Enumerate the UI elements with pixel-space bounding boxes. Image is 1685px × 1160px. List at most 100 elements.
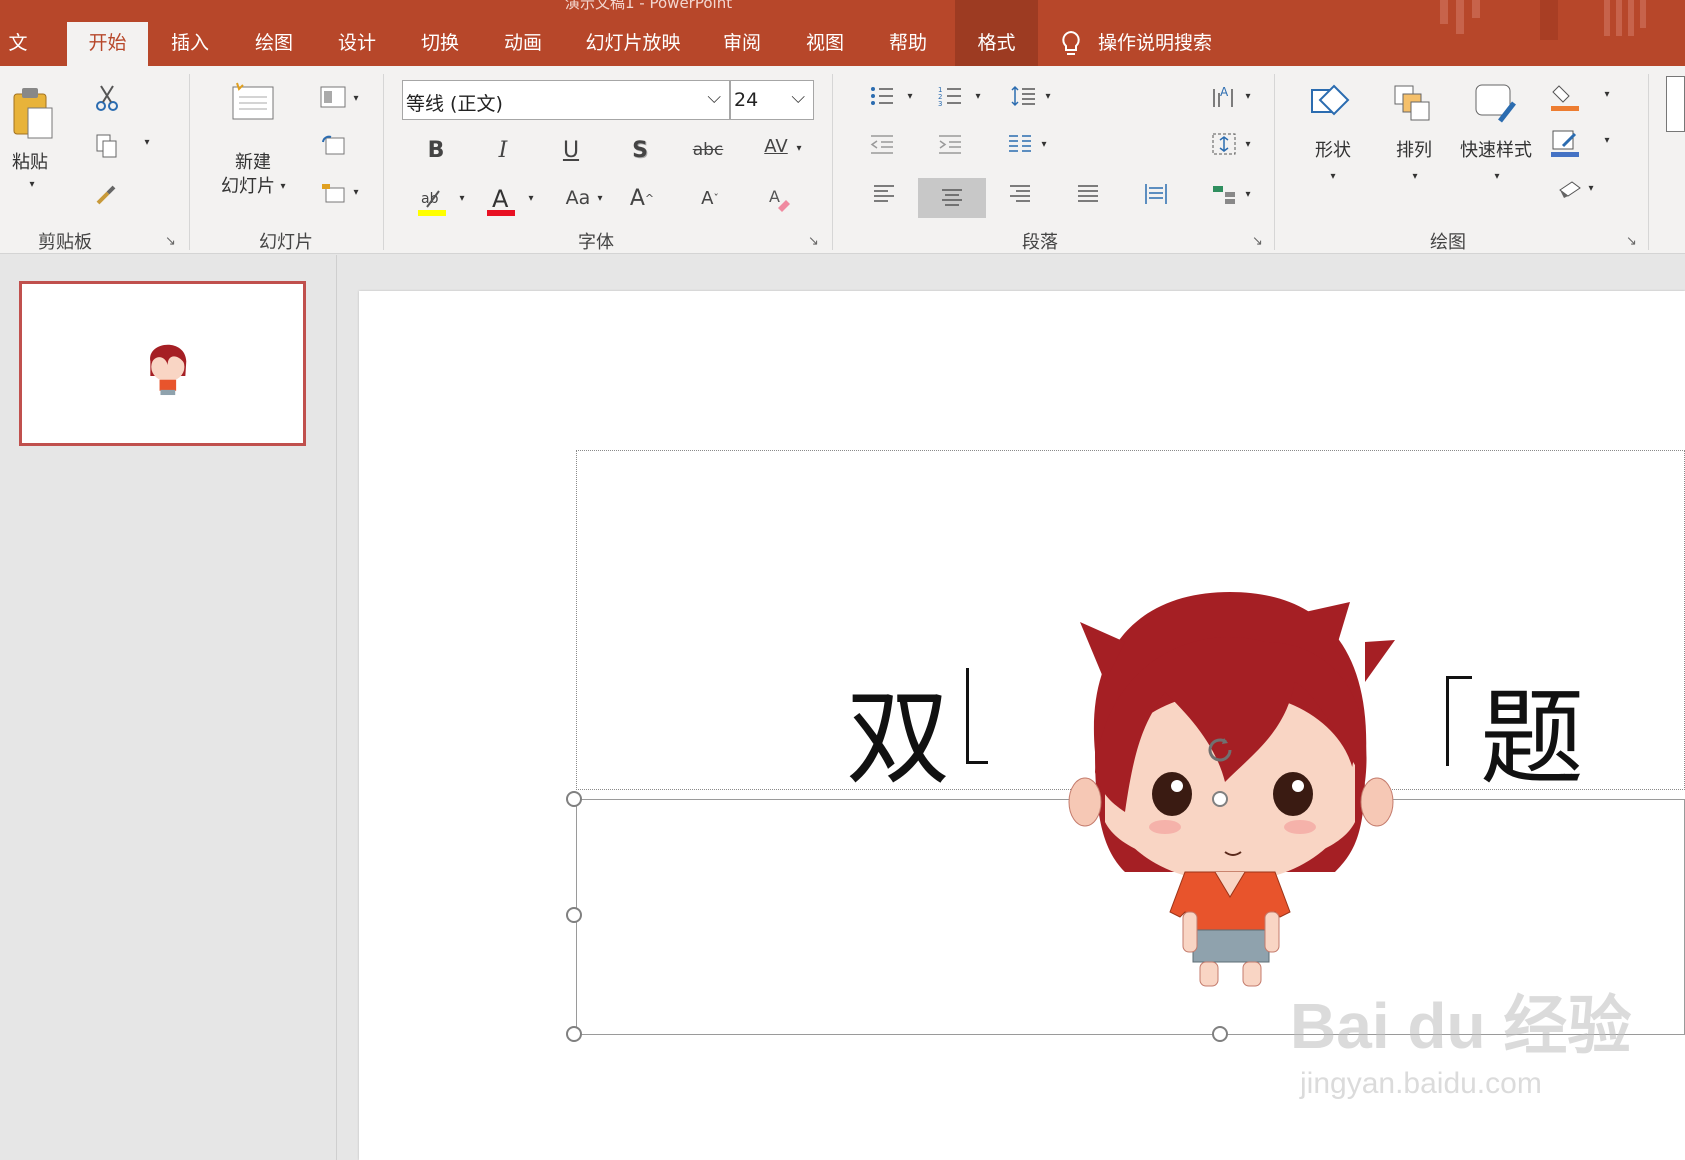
text-direction-dropdown-icon[interactable]: ▾ (1242, 86, 1254, 108)
shape-fill-icon[interactable] (1548, 80, 1582, 114)
new-slide-dropdown-icon[interactable]: ▾ (276, 176, 290, 198)
shrink-font-label: A (701, 187, 714, 209)
highlight-color-icon[interactable]: ab (416, 184, 448, 218)
shape-effects-dropdown-icon[interactable]: ▾ (1584, 178, 1598, 200)
numbering-dropdown-icon[interactable]: ▾ (972, 86, 984, 108)
new-slide-icon[interactable] (228, 80, 278, 126)
tab-insert[interactable]: 插入 (160, 22, 220, 66)
bullets-icon[interactable] (866, 80, 898, 112)
highlight-dropdown-icon[interactable]: ▾ (456, 188, 468, 210)
shadow-button[interactable]: S (618, 130, 662, 170)
arrange-button[interactable]: 排列 (1386, 140, 1442, 162)
shrink-font-button[interactable]: Aˇ (688, 178, 732, 218)
align-text-icon[interactable] (1208, 128, 1240, 160)
bullets-dropdown-icon[interactable]: ▾ (904, 86, 916, 108)
change-case-dropdown-icon[interactable]: ▾ (594, 188, 606, 210)
paste-button[interactable]: 粘贴 (4, 152, 56, 174)
shapes-dropdown-icon[interactable]: ▾ (1326, 166, 1340, 188)
font-launcher-icon[interactable]: ↘ (808, 234, 819, 249)
align-center-icon[interactable] (918, 178, 986, 218)
tab-animations[interactable]: 动画 (493, 22, 553, 66)
text-direction-icon[interactable]: A (1208, 80, 1240, 112)
copy-dropdown-icon[interactable]: ▾ (140, 132, 154, 154)
quick-styles-dropdown-icon[interactable]: ▾ (1490, 166, 1504, 188)
columns-icon[interactable] (1004, 128, 1036, 160)
layout-dropdown-icon[interactable]: ▾ (350, 88, 362, 110)
tab-format[interactable]: 格式 (955, 0, 1038, 66)
rotate-handle-icon[interactable] (1204, 734, 1236, 766)
shape-outline-icon[interactable] (1548, 126, 1582, 160)
tab-home[interactable]: 开始 (67, 22, 148, 66)
italic-button[interactable]: I (481, 130, 525, 170)
paragraph-launcher-icon[interactable]: ↘ (1252, 234, 1263, 249)
underline-button[interactable]: U (549, 130, 593, 170)
line-spacing-dropdown-icon[interactable]: ▾ (1042, 86, 1054, 108)
paste-icon[interactable] (8, 84, 58, 142)
tab-transitions[interactable]: 切换 (410, 22, 470, 66)
clear-formatting-icon[interactable]: A (760, 182, 800, 218)
bold-button[interactable]: B (414, 130, 458, 170)
columns-dropdown-icon[interactable]: ▾ (1038, 134, 1050, 156)
shapes-icon[interactable] (1306, 80, 1356, 128)
paste-dropdown-icon[interactable]: ▾ (22, 174, 42, 196)
slide-thumbnail-pane (0, 255, 337, 1160)
tab-draw[interactable]: 绘图 (244, 22, 304, 66)
format-painter-icon[interactable] (92, 178, 122, 210)
tab-view[interactable]: 视图 (795, 22, 855, 66)
layout-icon[interactable] (318, 82, 348, 112)
cut-icon[interactable] (92, 82, 122, 114)
new-slide-label[interactable]: 新建 (218, 152, 288, 174)
shape-outline-dropdown-icon[interactable]: ▾ (1600, 130, 1614, 152)
character-picture[interactable] (1065, 582, 1395, 992)
quick-styles-button[interactable]: 快速样式 (1454, 140, 1538, 162)
tab-review[interactable]: 审阅 (712, 22, 772, 66)
tell-me-search[interactable]: 操作说明搜索 (1098, 22, 1218, 66)
grow-font-button[interactable]: A ^ (620, 178, 664, 218)
shapes-button[interactable]: 形状 (1304, 140, 1362, 162)
font-size-combo[interactable]: 24 ⌵ (730, 80, 814, 120)
resize-handle[interactable] (1212, 791, 1228, 807)
resize-handle[interactable] (566, 1026, 582, 1042)
powerpoint-window: 演示文稿1 - PowerPoint 文件 开始 插入 绘图 设计 切换 动画 … (0, 0, 1685, 1160)
distributed-icon[interactable] (1140, 178, 1172, 210)
shape-effects-icon[interactable] (1554, 172, 1586, 204)
arrange-dropdown-icon[interactable]: ▾ (1408, 166, 1422, 188)
slide-thumbnail-1[interactable] (19, 281, 306, 446)
smartart-dropdown-icon[interactable]: ▾ (1242, 184, 1254, 206)
convert-smartart-icon[interactable] (1208, 178, 1240, 210)
chevron-down-icon[interactable]: ⌵ (707, 87, 721, 108)
shape-fill-dropdown-icon[interactable]: ▾ (1600, 84, 1614, 106)
increase-indent-icon[interactable] (934, 128, 966, 160)
align-right-icon[interactable] (1004, 178, 1036, 210)
justify-icon[interactable] (1072, 178, 1104, 210)
font-name-combo[interactable]: 等线 (正文) ⌵ (402, 80, 730, 120)
align-text-dropdown-icon[interactable]: ▾ (1242, 134, 1254, 156)
tab-file[interactable]: 文件 (0, 22, 36, 66)
copy-icon[interactable] (92, 130, 122, 162)
new-slide-label-line2[interactable]: 幻灯片 (212, 176, 284, 198)
reset-slide-icon[interactable] (318, 130, 348, 160)
next-group-partial-icon[interactable] (1666, 76, 1685, 132)
drawing-launcher-icon[interactable]: ↘ (1626, 234, 1637, 249)
font-color-icon[interactable]: A (484, 184, 518, 218)
spacing-dropdown-icon[interactable]: ▾ (792, 138, 806, 160)
quick-styles-icon[interactable] (1470, 80, 1522, 128)
numbering-icon[interactable]: 123 (934, 80, 966, 112)
section-icon[interactable] (318, 178, 348, 208)
resize-handle[interactable] (566, 907, 582, 923)
resize-handle[interactable] (566, 791, 582, 807)
arrange-icon[interactable] (1388, 80, 1438, 128)
line-spacing-icon[interactable] (1008, 80, 1040, 112)
clipboard-launcher-icon[interactable]: ↘ (165, 234, 176, 249)
font-color-dropdown-icon[interactable]: ▾ (525, 188, 537, 210)
align-left-icon[interactable] (868, 178, 900, 210)
tab-design[interactable]: 设计 (327, 22, 387, 66)
resize-handle[interactable] (1212, 1026, 1228, 1042)
decrease-indent-icon[interactable] (866, 128, 898, 160)
grow-font-label: A (629, 185, 645, 211)
tab-help[interactable]: 帮助 (878, 22, 938, 66)
tab-slideshow[interactable]: 幻灯片放映 (578, 22, 688, 66)
strikethrough-button[interactable]: abc (686, 130, 730, 170)
chevron-down-icon[interactable]: ⌵ (791, 87, 805, 108)
section-dropdown-icon[interactable]: ▾ (350, 182, 362, 204)
